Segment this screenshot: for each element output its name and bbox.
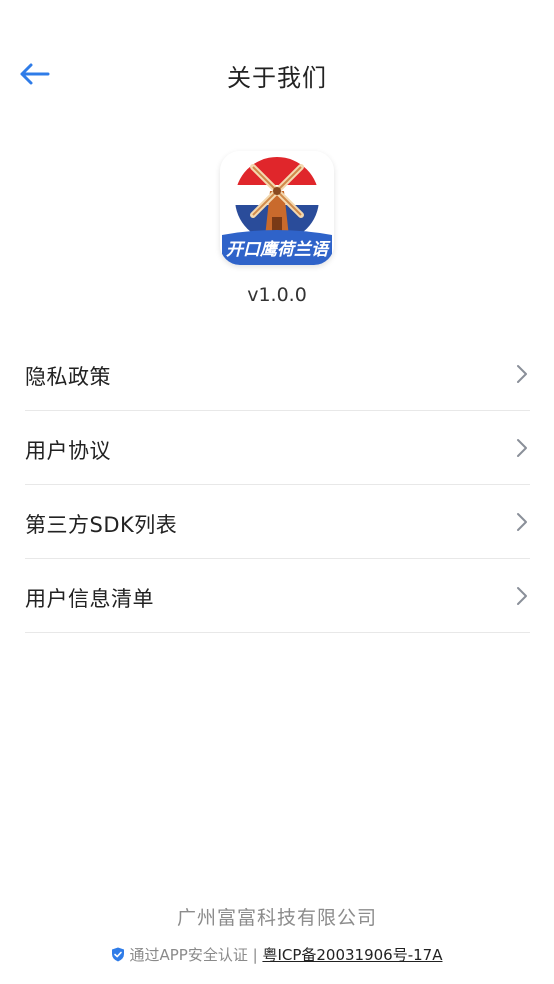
menu-item-label: 用户协议 bbox=[25, 439, 111, 463]
header: 关于我们 bbox=[0, 44, 554, 104]
page-title: 关于我们 bbox=[227, 64, 327, 92]
security-certification-line: 通过APP安全认证 | 粤ICP备20031906号-17A bbox=[0, 944, 554, 965]
chevron-right-icon bbox=[517, 587, 527, 605]
shield-check-icon bbox=[112, 947, 125, 962]
verified-text: 通过APP安全认证 | bbox=[129, 946, 263, 964]
app-version: v1.0.0 bbox=[247, 284, 307, 306]
icp-link[interactable]: 粤ICP备20031906号-17A bbox=[262, 946, 442, 964]
app-logo: 开口鹰荷兰语 bbox=[220, 151, 334, 265]
company-name: 广州富富科技有限公司 bbox=[176, 907, 377, 929]
menu-item-user-agreement[interactable]: 用户协议 bbox=[25, 411, 530, 485]
svg-text:开口鹰荷兰语: 开口鹰荷兰语 bbox=[226, 240, 331, 260]
menu-item-user-info-list[interactable]: 用户信息清单 bbox=[25, 559, 530, 633]
chevron-right-icon bbox=[517, 513, 527, 531]
chevron-right-icon bbox=[517, 439, 527, 457]
menu-item-label: 第三方SDK列表 bbox=[25, 513, 178, 537]
menu-item-label: 用户信息清单 bbox=[25, 587, 154, 611]
settings-menu: 隐私政策 用户协议 第三方SDK列表 用户信息清单 bbox=[25, 337, 530, 633]
chevron-right-icon bbox=[517, 365, 527, 383]
menu-item-third-party-sdk-list[interactable]: 第三方SDK列表 bbox=[25, 485, 530, 559]
windmill-logo-icon: 开口鹰荷兰语 bbox=[220, 151, 334, 265]
about-page: 关于我们 开口鹰荷兰语 v1.0.0 隐私政策 用户协议 第三方SDK列表 用户… bbox=[0, 0, 554, 984]
menu-item-label: 隐私政策 bbox=[25, 365, 111, 389]
menu-item-privacy-policy[interactable]: 隐私政策 bbox=[25, 337, 530, 411]
